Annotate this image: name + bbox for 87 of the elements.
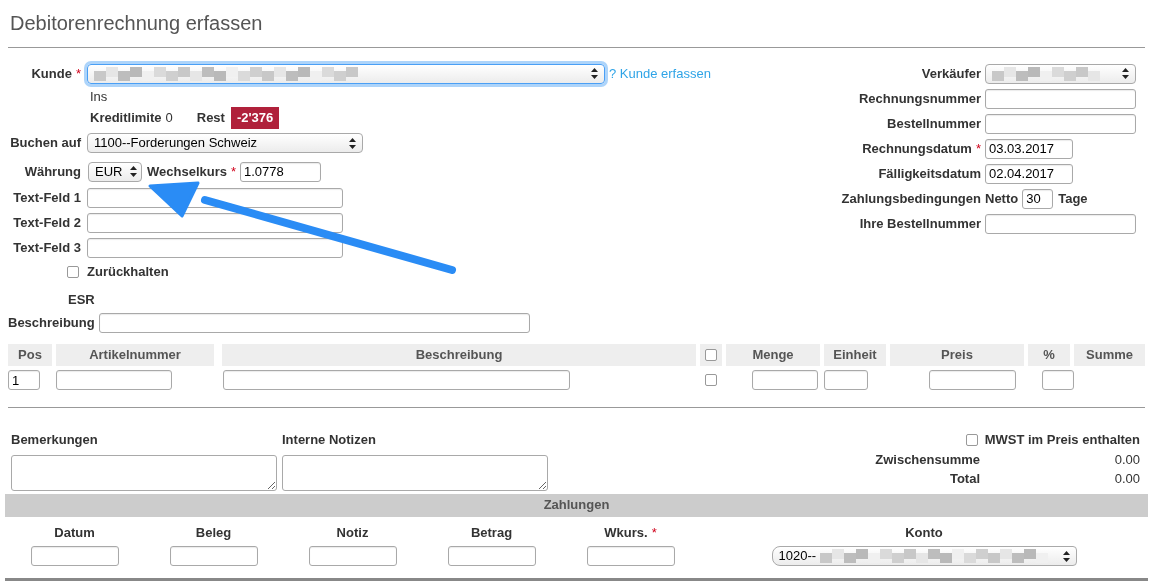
updown-arrows-icon bbox=[1122, 68, 1129, 79]
field-label: Zahlungsbedingungen bbox=[841, 189, 981, 208]
table-input-field[interactable] bbox=[929, 370, 1016, 390]
table-header-cell: Menge bbox=[726, 344, 820, 366]
required-mark: * bbox=[75, 64, 81, 83]
table-header-cell: Pos bbox=[8, 344, 52, 366]
required-mark: * bbox=[651, 523, 657, 542]
field-label: Interne Notizen bbox=[282, 431, 377, 449]
table-header-cell: Einheit bbox=[824, 344, 886, 366]
field-label: Beschreibung bbox=[8, 314, 95, 333]
field-label: Wkurs. bbox=[604, 523, 648, 542]
notes-field[interactable] bbox=[282, 454, 548, 491]
field-label: Fälligkeitsdatum bbox=[878, 164, 981, 183]
rest-badge: -2'376 bbox=[230, 107, 280, 129]
customer-name: Ins bbox=[90, 88, 108, 107]
field-label: Rest bbox=[196, 109, 225, 128]
field-label: Zurückhalten bbox=[87, 263, 169, 282]
field-label: Währung bbox=[24, 162, 81, 181]
currency-select[interactable]: EUR bbox=[88, 161, 142, 182]
payment-input-field[interactable] bbox=[447, 546, 536, 566]
field-label: Zwischensumme bbox=[875, 450, 980, 469]
account-select[interactable]: 1020-- bbox=[771, 546, 1077, 566]
text-field[interactable] bbox=[87, 237, 343, 258]
updown-arrows-icon bbox=[130, 166, 138, 177]
field-label: Wechselkurs bbox=[147, 162, 227, 181]
field-label: Ihre Bestellnummer bbox=[859, 214, 981, 233]
text-field[interactable] bbox=[985, 213, 1136, 234]
field-label: Rechnungsdatum bbox=[862, 139, 972, 158]
field-label: Notiz bbox=[336, 523, 369, 542]
account-select[interactable]: 1100--Forderungen Schweiz bbox=[87, 133, 363, 153]
checkbox[interactable] bbox=[67, 266, 79, 278]
checkbox[interactable] bbox=[705, 349, 717, 361]
field-label: ESR bbox=[68, 290, 95, 309]
field-label: Rechnungsnummer bbox=[858, 89, 981, 108]
table-input-field[interactable] bbox=[223, 370, 570, 390]
payment-input-field[interactable] bbox=[308, 546, 397, 566]
exchange-rate-field[interactable]: 1.0778 bbox=[240, 161, 322, 182]
updown-arrows-icon bbox=[349, 137, 356, 149]
table-input-field[interactable] bbox=[1042, 370, 1074, 390]
table-input-field[interactable] bbox=[824, 370, 868, 390]
field-label: Datum bbox=[54, 523, 95, 542]
field-label: Verkäufer bbox=[921, 64, 981, 83]
total-value: 0.00 bbox=[1113, 450, 1140, 469]
date-field[interactable]: 02.04.2017 bbox=[985, 163, 1073, 184]
seller-select[interactable] bbox=[985, 63, 1136, 84]
notes-field[interactable] bbox=[11, 454, 277, 491]
payment-input-field[interactable] bbox=[30, 546, 119, 566]
field-label: Kunde bbox=[31, 64, 72, 83]
updown-arrows-icon bbox=[591, 68, 598, 79]
description-field[interactable] bbox=[98, 313, 530, 333]
required-mark: * bbox=[975, 139, 981, 158]
field-label: MWST im Preis enthalten bbox=[984, 431, 1140, 450]
table-header-cell: % bbox=[1028, 344, 1070, 366]
customer-select[interactable] bbox=[87, 63, 605, 84]
checkbox[interactable] bbox=[965, 434, 978, 446]
payments-header: Zahlungen bbox=[5, 493, 1148, 517]
field-label: Kreditlimite bbox=[90, 109, 162, 128]
field-label: Text-Feld 2 bbox=[13, 213, 81, 232]
field-label: Buchen auf bbox=[10, 134, 81, 153]
field-label: Tage bbox=[1058, 189, 1088, 208]
field-label: Konto bbox=[905, 523, 943, 542]
table-input-field[interactable] bbox=[752, 370, 818, 390]
days-field[interactable]: 30 bbox=[1022, 188, 1054, 209]
date-field[interactable]: 03.03.2017 bbox=[985, 138, 1073, 159]
field-label: Total bbox=[949, 469, 980, 488]
field-label: Beleg bbox=[195, 523, 232, 542]
field-label: Netto bbox=[985, 189, 1019, 208]
page-title: Debitorenrechnung erfassen bbox=[10, 10, 263, 36]
updown-arrows-icon bbox=[1062, 550, 1070, 562]
credit-limit-value: 0 bbox=[165, 109, 173, 128]
table-header-cell: Preis bbox=[890, 344, 1024, 366]
field-label: Bestellnummer bbox=[887, 114, 981, 133]
checkbox[interactable] bbox=[705, 374, 717, 386]
field-label: Text-Feld 3 bbox=[13, 238, 81, 257]
text-field[interactable] bbox=[985, 88, 1136, 109]
text-field[interactable] bbox=[985, 113, 1136, 134]
table-header-cell: Summe bbox=[1074, 344, 1145, 366]
table-input-field[interactable]: 1 bbox=[8, 370, 40, 390]
field-label: Betrag bbox=[470, 523, 513, 542]
payment-input-field[interactable] bbox=[586, 546, 675, 566]
required-mark: * bbox=[230, 162, 237, 181]
table-input-field[interactable] bbox=[56, 370, 172, 390]
payment-input-field[interactable] bbox=[169, 546, 258, 566]
total-value: 0.00 bbox=[1113, 469, 1140, 488]
table-header-cell: Beschreibung bbox=[222, 344, 696, 366]
field-label: Bemerkungen bbox=[11, 431, 99, 449]
field-label: Text-Feld 1 bbox=[13, 188, 81, 207]
